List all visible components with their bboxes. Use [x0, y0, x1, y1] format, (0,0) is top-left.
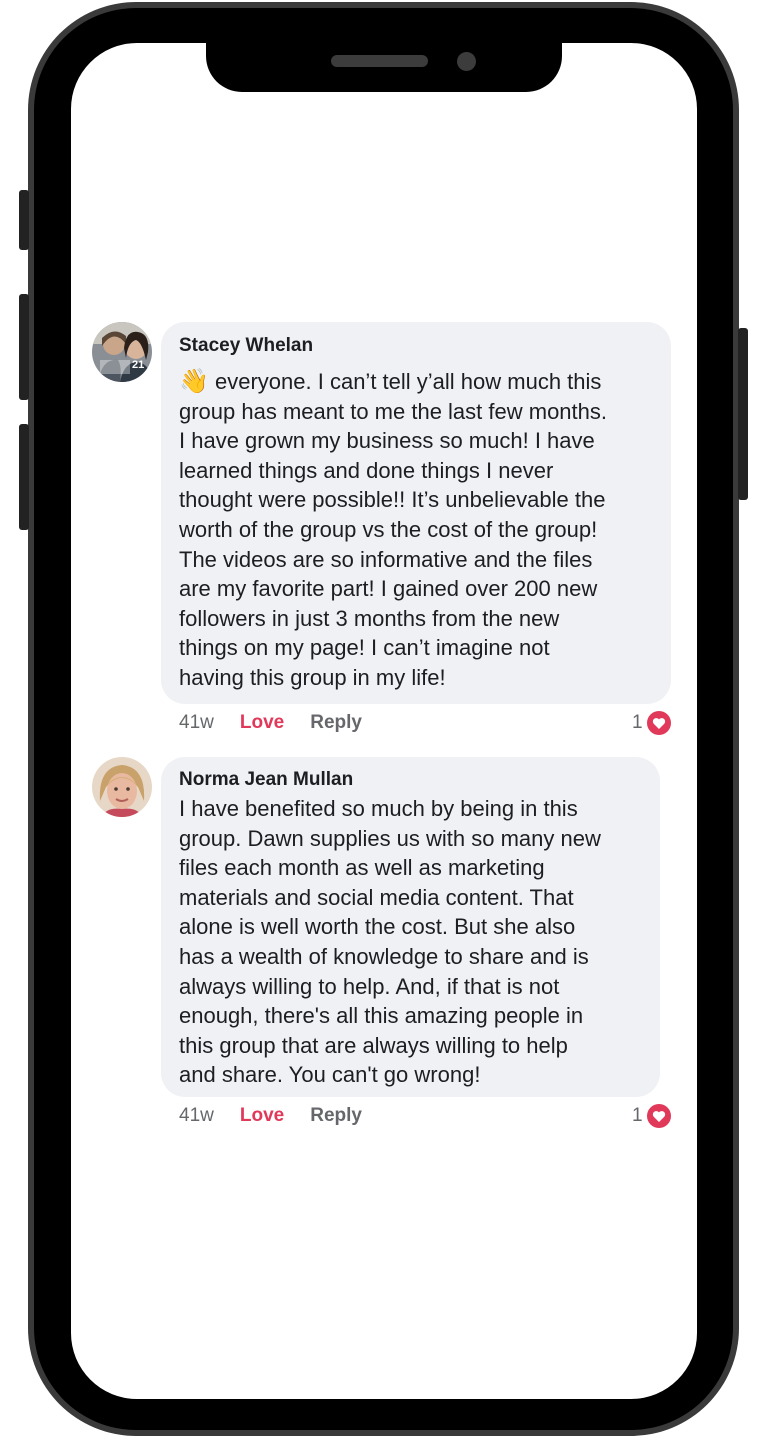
comment-text: I have benefited so much by being in thi… — [179, 796, 601, 1088]
avatar-photo — [92, 757, 152, 817]
reply-button[interactable]: Reply — [310, 1105, 362, 1126]
volume-up-button — [19, 294, 29, 400]
comment-actions: 41w Love Reply — [179, 1105, 362, 1127]
comment-timestamp[interactable]: 41w — [179, 1105, 214, 1126]
love-reaction-button[interactable]: Love — [240, 1105, 284, 1126]
comment-text: 👋 everyone. I can’t tell y’all how much … — [179, 367, 607, 693]
front-camera — [457, 52, 476, 71]
comment-body: everyone. I can’t tell y’all how much th… — [179, 369, 608, 690]
comment-author[interactable]: Stacey Whelan — [179, 335, 313, 357]
phone-screen — [71, 43, 697, 1399]
reaction-count: 1 — [632, 1105, 643, 1126]
mute-switch — [19, 190, 29, 250]
avatar-norma-jean-mullan[interactable] — [92, 757, 152, 817]
reaction-summary[interactable]: 1 — [632, 711, 671, 735]
love-reaction-button[interactable]: Love — [240, 712, 284, 733]
heart-icon — [646, 711, 671, 735]
volume-down-button — [19, 424, 29, 530]
power-button — [738, 328, 748, 500]
heart-icon — [646, 1104, 671, 1128]
reply-button[interactable]: Reply — [310, 712, 362, 733]
reaction-summary[interactable]: 1 — [632, 1104, 671, 1128]
comment-timestamp[interactable]: 41w — [179, 712, 214, 733]
speaker-grille — [331, 55, 428, 67]
waving-hand-emoji: 👋 — [179, 368, 209, 395]
avatar-stacey-whelan[interactable]: 21 — [92, 322, 152, 382]
avatar-badge: 21 — [132, 359, 144, 371]
avatar-photo: 21 — [92, 322, 152, 382]
reaction-count: 1 — [632, 712, 643, 733]
comment-author[interactable]: Norma Jean Mullan — [179, 769, 353, 791]
comment-actions: 41w Love Reply — [179, 712, 362, 734]
